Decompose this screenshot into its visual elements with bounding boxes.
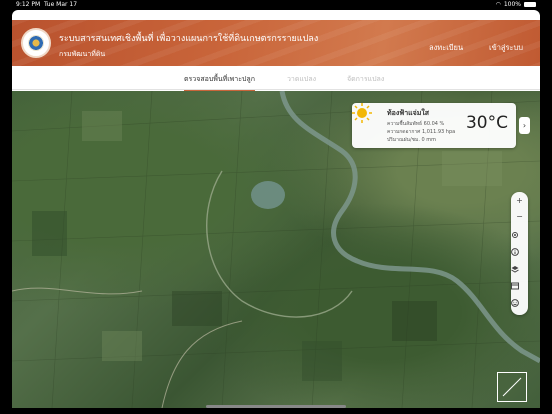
tab-draw-plot[interactable]: วาดแปลง	[287, 74, 316, 85]
department-logo	[21, 28, 51, 58]
tab-check-area[interactable]: ตรวจสอบพื้นที่เพาะปลูก	[184, 74, 255, 92]
face-icon[interactable]	[511, 296, 528, 310]
wifi-icon: ◠	[495, 1, 501, 8]
app-header: ระบบสารสนเทศเชิงพื้นที่ เพื่อวางแผนการใช…	[12, 20, 540, 66]
weather-card: ท้องฟ้าแจ่มใส ความชื้นสัมพัทธ์ 60.04 % ค…	[352, 103, 516, 148]
battery-icon	[524, 2, 536, 7]
weather-humidity: ความชื้นสัมพัทธ์ 60.04 %	[387, 121, 445, 127]
reservoir	[251, 181, 285, 209]
info-icon[interactable]	[511, 245, 528, 259]
weather-pressure: ความกดอากาศ 1,011.93 hpa	[387, 129, 456, 135]
status-time: 9:12 PM Tue Mar 17	[16, 1, 78, 8]
weather-temperature: 30°C	[465, 113, 508, 133]
battery-percent: 100%	[503, 1, 521, 8]
tab-manage-plot[interactable]: จัดการแปลง	[347, 74, 384, 85]
locate-icon[interactable]	[511, 228, 528, 242]
weather-condition: ท้องฟ้าแจ่มใส	[387, 109, 430, 117]
map-control-bar: + −	[511, 192, 528, 315]
zoom-out-button[interactable]: −	[511, 210, 528, 224]
sun-icon	[352, 103, 372, 123]
status-bar: 9:12 PM Tue Mar 17 ◠ 100%	[0, 0, 552, 10]
zoom-in-button[interactable]: +	[511, 194, 528, 208]
fullscreen-button[interactable]	[497, 372, 527, 402]
tab-bar: ตรวจสอบพื้นที่เพาะปลูก วาดแปลง จัดการแปล…	[12, 68, 540, 92]
register-button[interactable]: ลงทะเบียน	[429, 42, 463, 54]
weather-rain: ปริมาณฝน/ชม. 0 mm	[387, 137, 437, 143]
app-subtitle: กรมพัฒนาที่ดิน	[59, 50, 106, 58]
status-right: ◠ 100%	[496, 1, 536, 8]
basemap-icon[interactable]	[511, 279, 528, 293]
login-button[interactable]: เข้าสู่ระบบ	[489, 42, 523, 54]
app-title: ระบบสารสนเทศเชิงพื้นที่ เพื่อวางแผนการใช…	[59, 34, 319, 44]
expand-icon	[502, 377, 522, 397]
layers-icon[interactable]	[511, 262, 528, 276]
app-window: ระบบสารสนเทศเชิงพื้นที่ เพื่อวางแผนการใช…	[12, 10, 540, 408]
satellite-map[interactable]: ท้องฟ้าแจ่มใส ความชื้นสัมพัทธ์ 60.04 % ค…	[12, 91, 540, 408]
weather-toggle-button[interactable]: ›	[519, 117, 530, 134]
home-indicator	[206, 405, 346, 408]
